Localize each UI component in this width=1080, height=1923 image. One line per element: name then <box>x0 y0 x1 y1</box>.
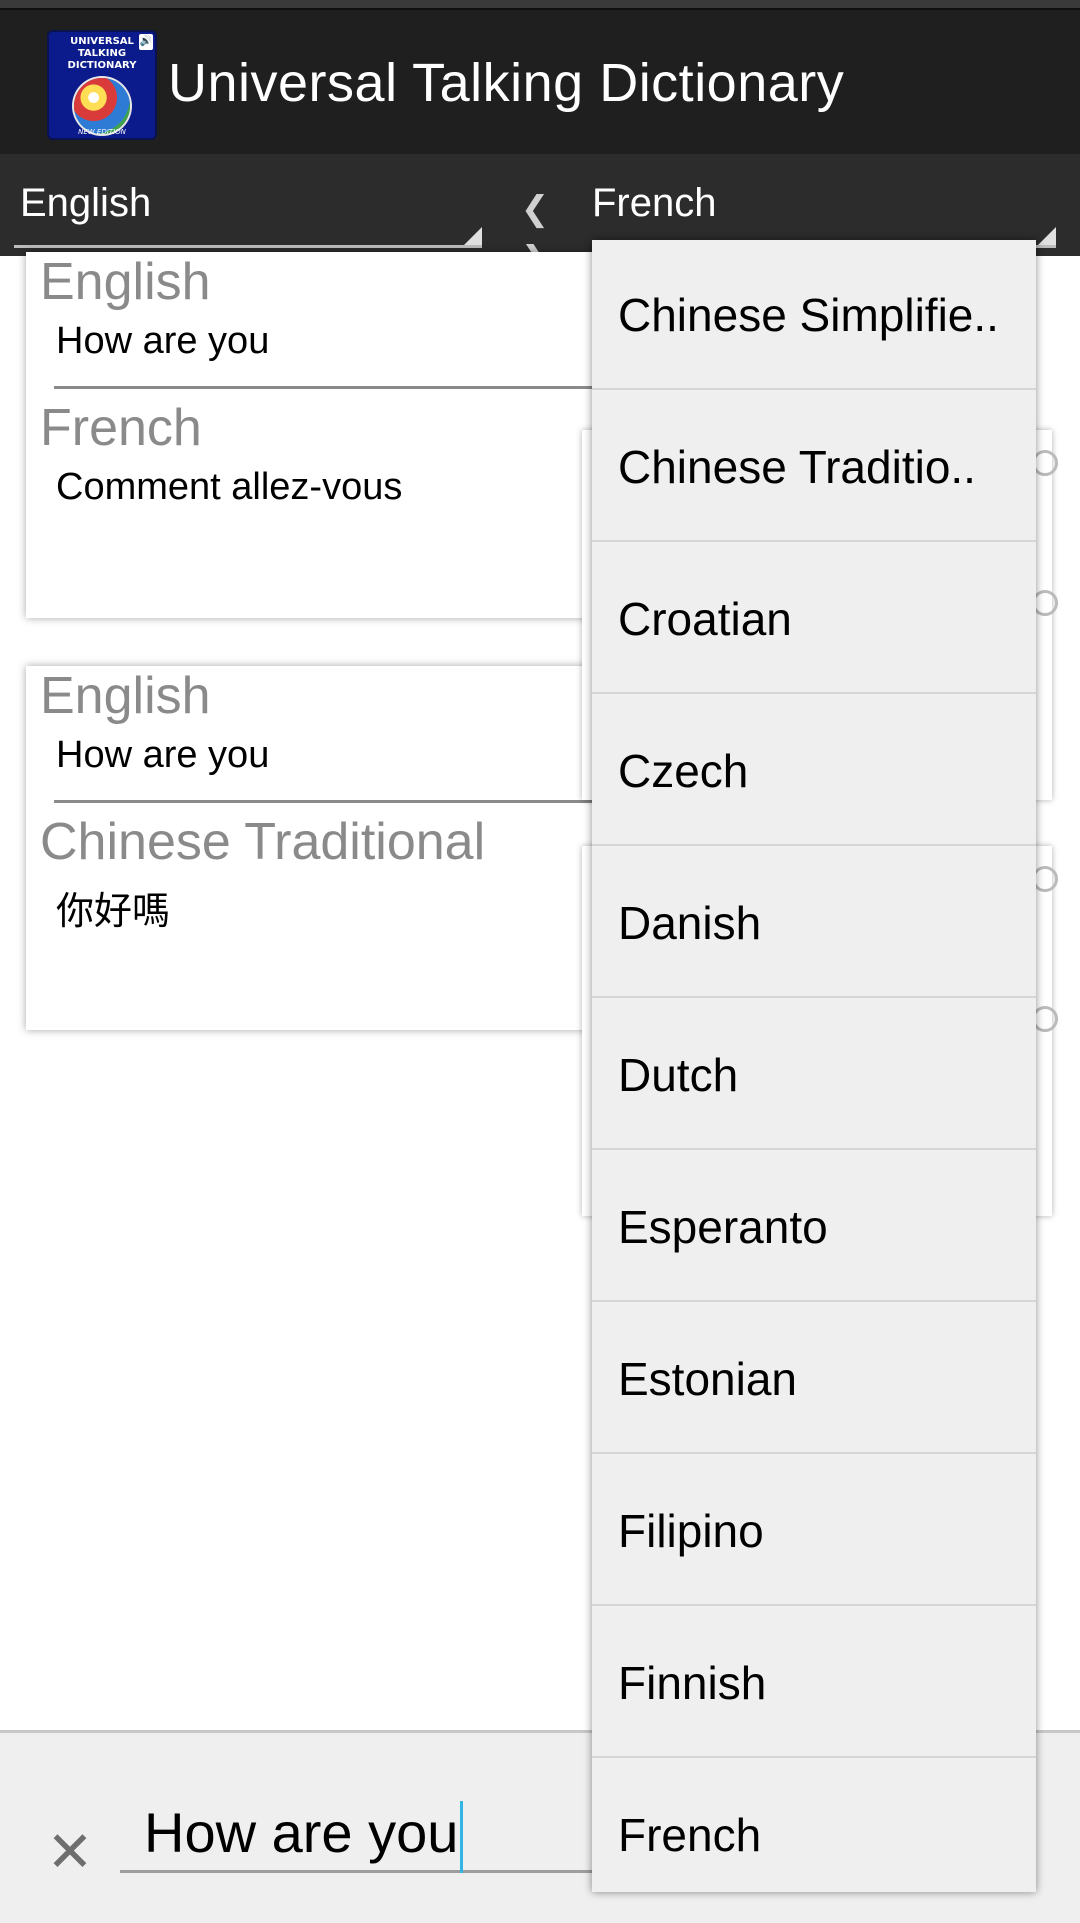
dropdown-item[interactable]: Filipino <box>592 1456 1036 1606</box>
card-source-text: How are you <box>56 320 270 362</box>
source-language-label: English <box>20 181 152 225</box>
dropdown-item[interactable]: Estonian <box>592 1304 1036 1454</box>
target-language-label: French <box>592 181 717 225</box>
spinner-arrow-icon <box>1038 227 1056 245</box>
spinner-underline <box>14 245 482 248</box>
dropdown-item[interactable]: Esperanto <box>592 1152 1036 1302</box>
dropdown-item[interactable]: Dutch <box>592 1000 1036 1150</box>
card-target-language: French <box>40 399 202 457</box>
speaker-icon: 🔊 <box>139 34 153 50</box>
swap-languages-button[interactable]: ❮ ❯ <box>508 184 572 279</box>
app-title: Universal Talking Dictionary <box>168 53 845 113</box>
app-logo-icon: UNIVERSAL TALKING DICTIONARY 🔊 NEW EDITI… <box>47 30 157 140</box>
dropdown-item[interactable]: French <box>592 1760 1036 1892</box>
phrase-input-value: How are you <box>144 1801 459 1864</box>
status-bar <box>0 0 1080 8</box>
action-bar: UNIVERSAL TALKING DICTIONARY 🔊 NEW EDITI… <box>0 8 1080 154</box>
dropdown-item[interactable]: Croatian <box>592 544 1036 694</box>
dropdown-item[interactable]: Chinese Simplifie.. <box>592 240 1036 390</box>
card-source-text: How are you <box>56 734 270 776</box>
dropdown-item[interactable]: Danish <box>592 848 1036 998</box>
target-language-dropdown[interactable]: Chinese Simplifie.. Chinese Traditio.. C… <box>592 240 1036 1892</box>
card-target-text: Comment allez-vous <box>56 466 403 508</box>
app-logo-edition: NEW EDITION <box>78 128 126 136</box>
card-target-text: 你好嗎 <box>56 891 171 933</box>
globe-icon <box>74 78 130 134</box>
text-caret <box>460 1801 464 1874</box>
clear-input-button[interactable]: ✕ <box>40 1823 100 1883</box>
source-language-spinner[interactable]: English <box>14 154 482 248</box>
dropdown-item[interactable]: Finnish <box>592 1608 1036 1758</box>
target-language-spinner[interactable]: French <box>592 154 1056 248</box>
dropdown-item[interactable]: Czech <box>592 696 1036 846</box>
card-target-language: Chinese Traditional <box>40 813 486 871</box>
card-source-language: English <box>40 253 211 311</box>
spinner-arrow-icon <box>464 227 482 245</box>
card-source-language: English <box>40 667 211 725</box>
dropdown-item[interactable]: Chinese Traditio.. <box>592 392 1036 542</box>
